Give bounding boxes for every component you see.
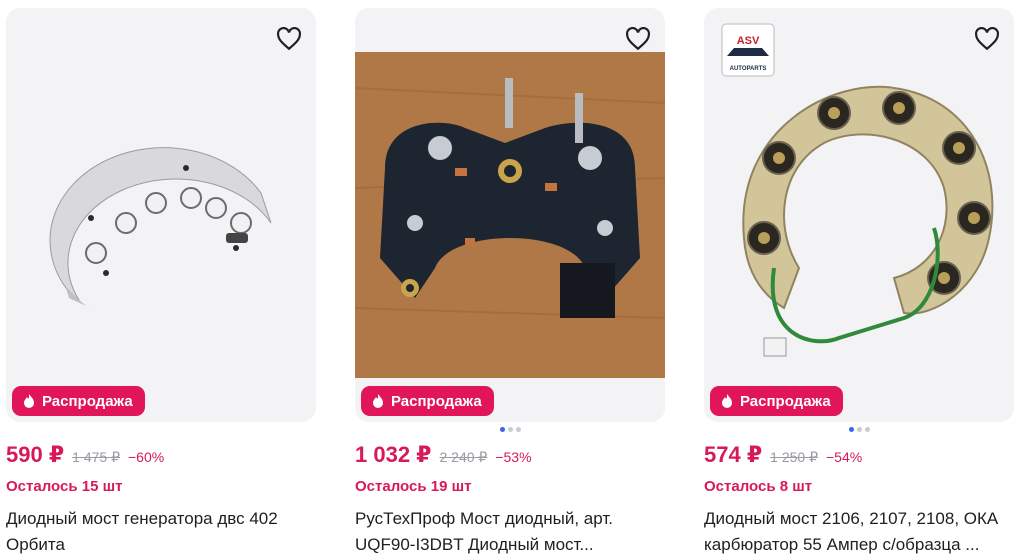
favorite-button[interactable] [623, 24, 653, 54]
favorite-button[interactable] [972, 24, 1002, 54]
old-price: 1 250 ₽ [770, 449, 818, 465]
carousel-dot[interactable] [515, 427, 521, 432]
old-price: 2 240 ₽ [439, 449, 488, 465]
sale-badge: Распродажа [710, 386, 843, 416]
old-price: 1 475 ₽ [72, 449, 120, 465]
heart-outline-icon [626, 27, 650, 51]
sale-badge-label: Распродажа [42, 392, 133, 410]
discount: −60% [127, 449, 165, 465]
image-carousel-dots[interactable] [355, 427, 665, 432]
carousel-dot[interactable] [856, 427, 862, 432]
product-card[interactable]: Распродажа 1 032 ₽ 2 240 ₽ −53% Осталось… [355, 0, 667, 557]
product-image-area[interactable]: Распродажа [355, 8, 665, 422]
favorite-button[interactable] [274, 24, 304, 54]
fire-icon [24, 394, 34, 408]
product-card[interactable]: Распродажа 590 ₽ 1 475 ₽ −60% Осталось 1… [6, 0, 318, 557]
svg-text:ASV: ASV [737, 35, 760, 47]
product-card[interactable]: ASV AUTOPARTS Распродажа 574 ₽ 1 250 ₽ −… [704, 0, 1016, 557]
stock-left: Осталось 8 шт [704, 478, 813, 495]
svg-text:AUTOPARTS: AUTOPARTS [730, 66, 767, 72]
discount: −53% [495, 449, 532, 465]
carousel-dot[interactable] [507, 427, 513, 432]
stock-left: Осталось 19 шт [355, 478, 472, 495]
price: 590 ₽ [6, 442, 65, 467]
carousel-dot[interactable] [864, 427, 870, 432]
discount: −54% [825, 449, 863, 465]
price: 574 ₽ [704, 442, 763, 467]
price-row: 1 032 ₽ 2 240 ₽ −53% [355, 442, 532, 468]
product-image-area[interactable]: Распродажа [6, 8, 316, 422]
heart-outline-icon [975, 27, 999, 51]
fire-icon [722, 394, 732, 408]
price-row: 590 ₽ 1 475 ₽ −60% [6, 442, 164, 468]
carousel-dot[interactable] [499, 427, 505, 432]
sale-badge: Распродажа [361, 386, 494, 416]
price-row: 574 ₽ 1 250 ₽ −54% [704, 442, 862, 468]
product-image-area[interactable]: ASV AUTOPARTS Распродажа [704, 8, 1014, 422]
product-title[interactable]: Диодный мост 2106, 2107, 2108, ОКА карбю… [704, 506, 1014, 558]
sale-badge-label: Распродажа [391, 392, 482, 410]
product-image: ASV AUTOPARTS [721, 23, 994, 357]
sale-badge-label: Распродажа [740, 392, 831, 410]
asv-autoparts-logo: ASV AUTOPARTS [721, 23, 775, 77]
stock-left: Осталось 15 шт [6, 478, 123, 495]
product-title[interactable]: РусТехПроф Мост диодный, арт. UQF90-I3DB… [355, 506, 665, 558]
fire-icon [373, 394, 383, 408]
product-image [355, 52, 665, 378]
heart-outline-icon [277, 27, 301, 51]
sale-badge: Распродажа [12, 386, 145, 416]
carousel-dot[interactable] [848, 427, 854, 432]
product-title[interactable]: Диодный мост генератора двс 402 Орбита [6, 506, 316, 558]
image-carousel-dots[interactable] [704, 427, 1014, 432]
product-image [49, 147, 272, 313]
price: 1 032 ₽ [355, 442, 432, 467]
product-grid: Распродажа 590 ₽ 1 475 ₽ −60% Осталось 1… [0, 0, 1024, 557]
